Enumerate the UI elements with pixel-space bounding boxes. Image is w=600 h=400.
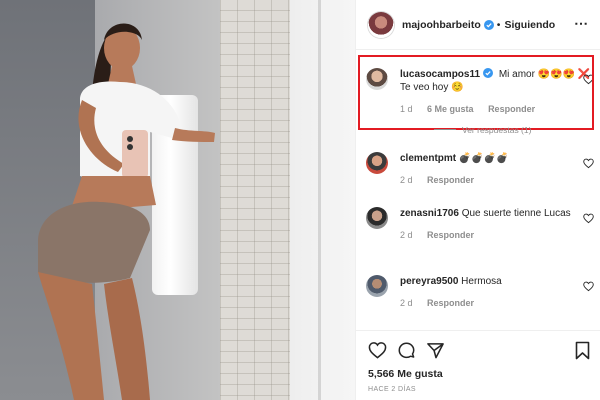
comment-bubble-icon[interactable] (397, 341, 416, 360)
commenter-avatar[interactable] (366, 152, 388, 174)
share-icon[interactable] (426, 341, 445, 360)
heart-outline-icon[interactable] (583, 213, 594, 224)
comment-item: clementpmt 💣💣💣💣 2 d Responder (366, 152, 594, 185)
comment-username[interactable]: clementpmt (400, 153, 456, 164)
author-avatar[interactable] (368, 11, 394, 38)
comment-text: 💣💣💣💣 (458, 153, 509, 164)
comment-meta: 2 d Responder (400, 175, 594, 185)
comment-text: Que suerte tienne Lucas (461, 208, 571, 219)
bookmark-icon[interactable] (574, 341, 591, 360)
following-button[interactable]: Siguiendo (504, 19, 555, 31)
view-replies-line (434, 129, 456, 130)
author-username[interactable]: majoohbarbeito (402, 19, 481, 31)
comment-age: 2 d (400, 230, 413, 240)
comment-body: clementpmt 💣💣💣💣 (400, 152, 594, 165)
comment-meta: 2 d Responder (400, 298, 594, 308)
action-icons (368, 341, 445, 360)
likes-count[interactable]: 5,566 Me gusta (368, 368, 443, 380)
heart-outline-icon[interactable] (583, 281, 594, 292)
comment-highlight-box (358, 55, 594, 130)
verified-badge-icon (483, 19, 494, 30)
comment-item: pereyra9500 Hermosa 2 d Responder (366, 275, 594, 308)
post-actions: 5,566 Me gusta HACE 2 DÍAS (356, 330, 600, 400)
reply-button[interactable]: Responder (427, 298, 474, 308)
header-separator: • (496, 18, 501, 31)
comment-body: pereyra9500 Hermosa (400, 275, 594, 288)
view-replies-label[interactable]: Ver respuestas (1) (462, 125, 531, 135)
comment-age: 2 d (400, 175, 413, 185)
photo-figure (38, 23, 215, 400)
comment-username[interactable]: pereyra9500 (400, 276, 458, 287)
comment-item: zenasni1706 Que suerte tienne Lucas 2 d … (366, 207, 594, 240)
comment-meta: 2 d Responder (400, 230, 594, 240)
commenter-avatar[interactable] (366, 275, 388, 297)
reply-button[interactable]: Responder (427, 175, 474, 185)
post-header: majoohbarbeito • Siguiendo ⋯ (356, 0, 600, 50)
more-horizontal-icon[interactable]: ⋯ (574, 15, 589, 32)
comment-age: 2 d (400, 298, 413, 308)
reply-button[interactable]: Responder (427, 230, 474, 240)
comment-body: zenasni1706 Que suerte tienne Lucas (400, 207, 594, 220)
post-photo[interactable] (0, 0, 355, 400)
heart-outline-icon[interactable] (583, 158, 594, 169)
post-timestamp[interactable]: HACE 2 DÍAS (368, 386, 416, 393)
like-heart-icon[interactable] (368, 341, 387, 360)
view-replies-link[interactable]: Ver respuestas (1) (434, 125, 531, 135)
comment-username[interactable]: zenasni1706 (400, 208, 459, 219)
commenter-avatar[interactable] (366, 207, 388, 229)
comment-text: Hermosa (461, 276, 502, 287)
